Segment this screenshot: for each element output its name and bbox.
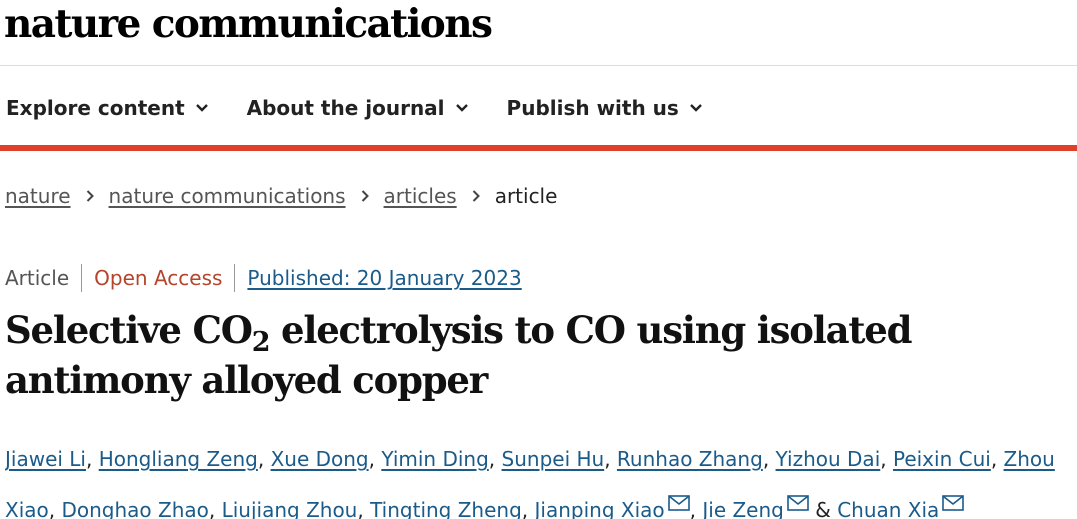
author-separator: ,: [521, 498, 529, 519]
mail-icon[interactable]: [942, 482, 965, 511]
breadcrumb-current: article: [494, 184, 558, 208]
meta-divider: [234, 264, 236, 292]
author-link[interactable]: Jie Zeng: [702, 498, 784, 519]
author-line: Jiawei Li, Hongliang Zeng, Xue Dong, Yim…: [5, 437, 1077, 482]
article-type: Article: [5, 266, 70, 290]
author-separator: ,: [880, 447, 887, 471]
author-link[interactable]: Jianping Xiao: [535, 498, 665, 519]
nav-item-label: Publish with us: [506, 96, 679, 120]
chevron-down-icon: [689, 103, 703, 113]
author-ampersand: &: [815, 498, 831, 519]
chevron-down-icon: [455, 103, 469, 113]
breadcrumb: nature nature communications articles ar…: [5, 182, 557, 210]
published-date-link[interactable]: Published: 20 January 2023: [247, 266, 521, 290]
author-separator: ,: [689, 498, 696, 519]
chevron-down-icon: [195, 103, 209, 113]
open-access-badge: Open Access: [94, 266, 223, 290]
title-subscript: 2: [251, 327, 271, 358]
breadcrumb-articles[interactable]: articles: [384, 184, 457, 208]
author-link[interactable]: Yimin Ding: [381, 447, 488, 471]
author-line: Xiao, Donghao Zhao, Liujiang Zhou, Tingt…: [5, 482, 1077, 519]
author-link[interactable]: Sunpei Hu: [502, 447, 605, 471]
nav-about-the-journal[interactable]: About the journal: [247, 96, 469, 120]
author-link[interactable]: Tingting Zheng: [370, 498, 522, 519]
author-separator: ,: [208, 498, 216, 519]
author-list: Jiawei Li, Hongliang Zeng, Xue Dong, Yim…: [5, 437, 1077, 519]
meta-divider: [81, 264, 83, 292]
author-separator: ,: [86, 447, 93, 471]
author-link[interactable]: Runhao Zhang: [617, 447, 763, 471]
main-nav: Explore content About the journal Publis…: [6, 92, 703, 124]
breadcrumb-nature[interactable]: nature: [5, 184, 71, 208]
author-separator: ,: [357, 498, 364, 519]
accent-bar: [0, 145, 1077, 151]
chevron-right-icon: [471, 189, 481, 203]
mail-icon[interactable]: [667, 482, 690, 511]
journal-logo[interactable]: nature communications: [4, 2, 493, 46]
nav-explore-content[interactable]: Explore content: [6, 96, 209, 120]
nav-publish-with-us[interactable]: Publish with us: [507, 96, 703, 120]
author-separator: ,: [604, 447, 611, 471]
article-meta: Article Open Access Published: 20 Januar…: [5, 264, 522, 292]
author-separator: ,: [762, 447, 770, 471]
author-link-part[interactable]: Zhou: [1004, 447, 1055, 471]
author-separator: ,: [48, 498, 56, 519]
author-separator: ,: [990, 447, 998, 471]
author-link[interactable]: Hongliang Zeng: [99, 447, 258, 471]
header-divider: [0, 65, 1077, 66]
author-link[interactable]: Donghao Zhao: [61, 498, 208, 519]
nav-item-label: Explore content: [6, 96, 185, 120]
title-text-start: Selective CO: [5, 308, 253, 352]
author-link[interactable]: Peixin Cui: [893, 447, 991, 471]
mail-icon[interactable]: [787, 482, 809, 511]
chevron-right-icon: [85, 189, 95, 203]
article-title: Selective CO2 electrolysis to CO using i…: [5, 305, 1065, 405]
author-link[interactable]: Chuan Xia: [837, 498, 939, 519]
breadcrumb-nature-communications[interactable]: nature communications: [109, 184, 346, 208]
author-separator: ,: [488, 447, 496, 471]
author-link[interactable]: Jiawei Li: [5, 447, 86, 471]
author-link[interactable]: Liujiang Zhou: [222, 498, 358, 519]
author-link-part[interactable]: Xiao: [5, 498, 49, 519]
chevron-right-icon: [360, 189, 370, 203]
author-link[interactable]: Yizhou Dai: [776, 447, 881, 471]
author-link[interactable]: Xue Dong: [271, 447, 369, 471]
nav-item-label: About the journal: [246, 96, 445, 120]
author-separator: ,: [257, 447, 265, 471]
author-separator: ,: [368, 447, 375, 471]
